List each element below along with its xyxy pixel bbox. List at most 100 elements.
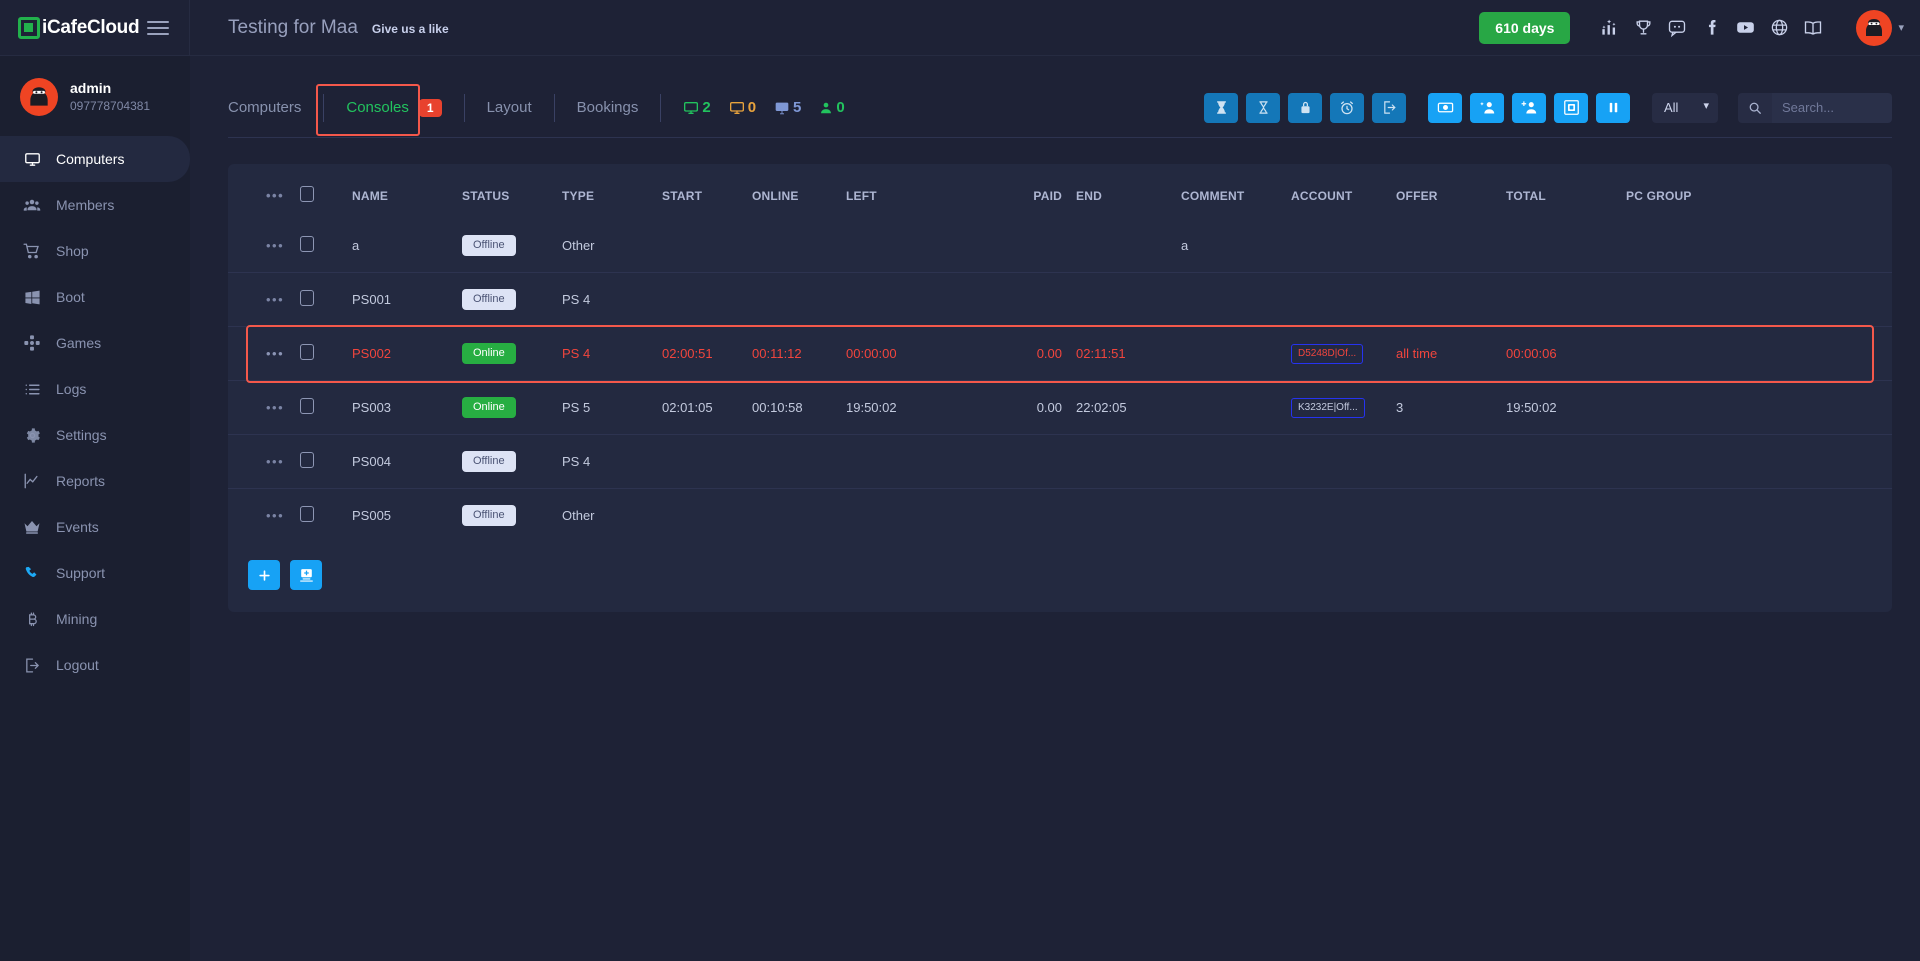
cell-name: a	[352, 219, 462, 273]
sidebar-item-shop[interactable]: Shop	[0, 228, 190, 274]
tab-computers[interactable]: Computers	[228, 94, 324, 122]
sidebar-item-mining[interactable]: Mining	[0, 596, 190, 642]
account-chip[interactable]: D5248D|Of...	[1291, 344, 1363, 364]
trophy-icon[interactable]	[1626, 13, 1660, 43]
row-actions-icon[interactable]: •••	[266, 454, 284, 469]
youtube-icon[interactable]	[1728, 13, 1762, 43]
pause-icon[interactable]	[1596, 93, 1630, 123]
row-actions-icon[interactable]: •••	[266, 238, 284, 253]
search-icon[interactable]	[1738, 93, 1772, 123]
row-checkbox[interactable]	[300, 344, 314, 360]
header-type[interactable]: TYPE	[562, 174, 662, 219]
cell-online	[752, 219, 846, 273]
sidebar-item-boot[interactable]: Boot	[0, 274, 190, 320]
cell-pc-group	[1626, 219, 1892, 273]
cell-paid	[1006, 219, 1076, 273]
alarm-clock-icon[interactable]	[1330, 93, 1364, 123]
search-input[interactable]	[1772, 93, 1892, 123]
header-end[interactable]: END	[1076, 174, 1181, 219]
sidebar-item-settings[interactable]: Settings	[0, 412, 190, 458]
sidebar-item-reports[interactable]: Reports	[0, 458, 190, 504]
tab-layout[interactable]: Layout	[465, 94, 555, 122]
sidebar-profile[interactable]: admin 097778704381	[0, 72, 190, 136]
row-checkbox[interactable]	[300, 290, 314, 306]
header-account[interactable]: ACCOUNT	[1291, 174, 1396, 219]
header-paid[interactable]: PAID	[1006, 174, 1076, 219]
row-checkbox[interactable]	[300, 398, 314, 414]
select-all-checkbox[interactable]	[300, 186, 314, 202]
sidebar-label: Boot	[56, 289, 85, 305]
column-options-icon[interactable]: •••	[266, 188, 284, 203]
cell-type: PS 4	[562, 327, 662, 381]
table-row[interactable]: ••• PS001 Offline PS 4	[228, 273, 1892, 327]
add-button[interactable]	[248, 560, 280, 590]
header-comment[interactable]: COMMENT	[1181, 174, 1291, 219]
table-row[interactable]: ••• PS004 Offline PS 4	[228, 435, 1892, 489]
header-offer[interactable]: OFFER	[1396, 174, 1506, 219]
account-chip[interactable]: K3232E|Off...	[1291, 398, 1365, 418]
sidebar-item-logs[interactable]: Logs	[0, 366, 190, 412]
cell-type: Other	[562, 489, 662, 543]
globe-icon[interactable]	[1762, 13, 1796, 43]
sidebar-item-support[interactable]: Support	[0, 550, 190, 596]
table-row[interactable]: ••• PS005 Offline Other	[228, 489, 1892, 543]
table-row[interactable]: ••• PS003 Online PS 5 02:01:05 00:10:58 …	[228, 381, 1892, 435]
users-icon	[22, 196, 42, 214]
windows-icon	[22, 289, 42, 306]
header-pc-group[interactable]: PC GROUP	[1626, 174, 1892, 219]
header-start[interactable]: START	[662, 174, 752, 219]
table-row[interactable]: ••• a Offline Other a	[228, 219, 1892, 273]
facebook-icon[interactable]	[1694, 13, 1728, 43]
hourglass-filled-icon[interactable]	[1204, 93, 1238, 123]
add-computer-button[interactable]	[290, 560, 322, 590]
row-actions-icon[interactable]: •••	[266, 346, 284, 361]
days-remaining-badge[interactable]: 610 days	[1479, 12, 1570, 44]
profile-avatar	[20, 78, 58, 116]
counter-total[interactable]: 5	[774, 99, 801, 116]
add-member-plus-icon[interactable]	[1512, 93, 1546, 123]
book-icon[interactable]	[1796, 13, 1830, 43]
discord-icon[interactable]	[1660, 13, 1694, 43]
header-total[interactable]: TOTAL	[1506, 174, 1626, 219]
cell-type: PS 5	[562, 381, 662, 435]
ranking-icon[interactable]	[1592, 13, 1626, 43]
cell-offer: all time	[1396, 327, 1506, 381]
row-checkbox[interactable]	[300, 506, 314, 522]
header-status[interactable]: STATUS	[462, 174, 562, 219]
row-actions-icon[interactable]: •••	[266, 508, 284, 523]
row-checkbox[interactable]	[300, 452, 314, 468]
cell-online	[752, 435, 846, 489]
sidebar-item-computers[interactable]: Computers	[0, 136, 190, 182]
counter-online[interactable]: 2	[683, 99, 710, 116]
cell-left: 19:50:02	[846, 381, 1006, 435]
table-row[interactable]: ••• PS002 Online PS 4 02:00:51 00:11:12 …	[228, 327, 1892, 381]
cash-icon[interactable]	[1428, 93, 1462, 123]
filter-select[interactable]: All	[1652, 93, 1718, 123]
add-member-star-icon[interactable]	[1470, 93, 1504, 123]
qr-scan-icon[interactable]	[1554, 93, 1588, 123]
header-name[interactable]: NAME	[352, 174, 462, 219]
row-actions-icon[interactable]: •••	[266, 400, 284, 415]
gear-icon	[22, 427, 42, 444]
tab-consoles[interactable]: Consoles 1	[324, 94, 464, 122]
sidebar-item-members[interactable]: Members	[0, 182, 190, 228]
lock-icon[interactable]	[1288, 93, 1322, 123]
sidebar-item-games[interactable]: Games	[0, 320, 190, 366]
tab-bookings[interactable]: Bookings	[555, 94, 662, 122]
row-actions-icon[interactable]: •••	[266, 292, 284, 307]
cell-name: PS004	[352, 435, 462, 489]
counter-warning[interactable]: 0	[729, 99, 756, 116]
logout-session-icon[interactable]	[1372, 93, 1406, 123]
tab-bar: Computers Consoles 1 Layout Bookings	[228, 78, 1892, 138]
hamburger-icon[interactable]	[147, 21, 169, 35]
header-left[interactable]: LEFT	[846, 174, 1006, 219]
give-us-a-like-link[interactable]: Give us a like	[372, 22, 449, 36]
row-checkbox[interactable]	[300, 236, 314, 252]
counter-users[interactable]: 0	[819, 99, 844, 116]
header-select-all	[300, 174, 352, 219]
sidebar-item-logout[interactable]: Logout	[0, 642, 190, 688]
sidebar-item-events[interactable]: Events	[0, 504, 190, 550]
header-online[interactable]: ONLINE	[752, 174, 846, 219]
hourglass-empty-icon[interactable]	[1246, 93, 1280, 123]
user-menu[interactable]: ▾	[1856, 10, 1904, 46]
